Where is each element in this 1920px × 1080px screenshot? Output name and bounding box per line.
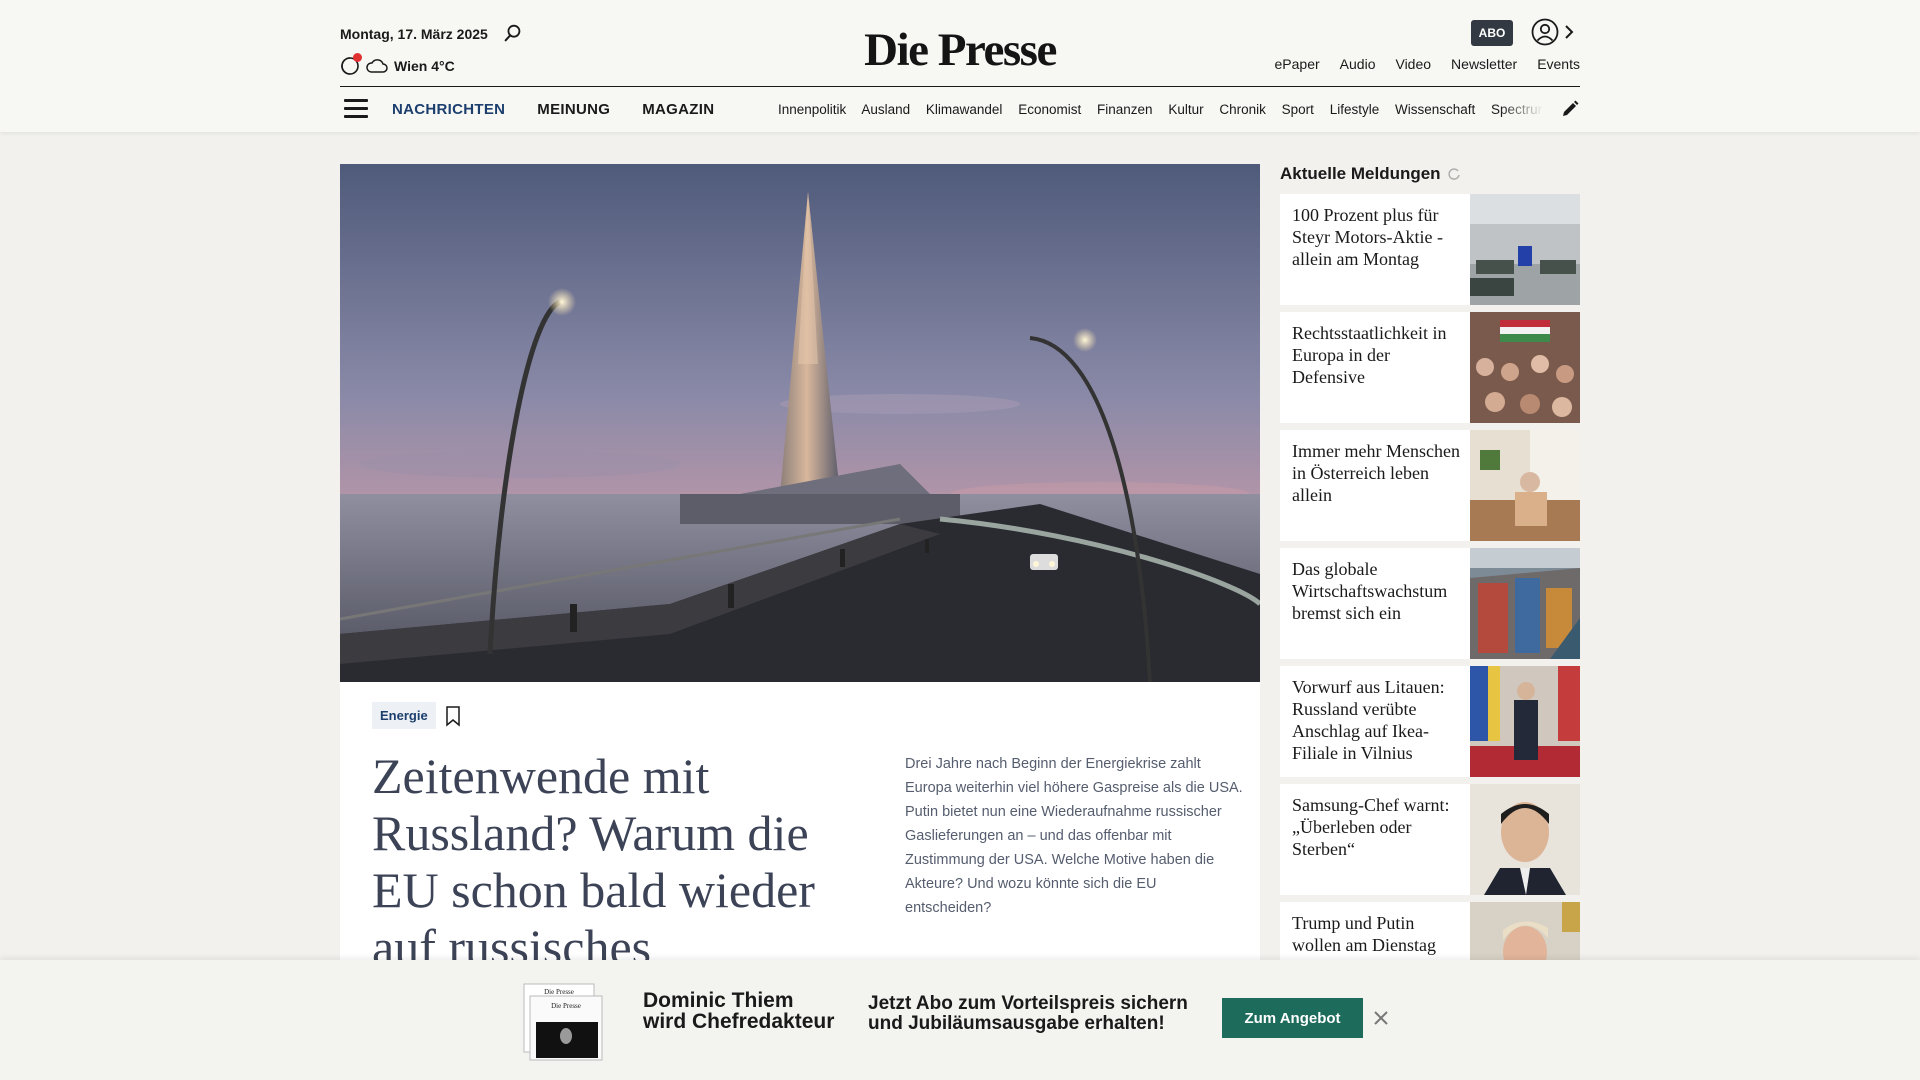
promo-offer-text: Jetzt Abo zum Vorteilspreis sichern und … (868, 994, 1188, 1034)
ticker-item-title: 100 Prozent plus für Steyr Motors-Aktie … (1292, 205, 1443, 269)
nav-nachrichten[interactable]: NACHRICHTEN (392, 101, 505, 118)
sidebar-title: Aktuelle Meldungen (1280, 164, 1461, 184)
article-teaser: Drei Jahre nach Beginn der Energiekrise … (905, 756, 1243, 916)
lead-article: Energie Zeitenwende mit Russland? Warum … (340, 682, 1260, 1002)
ticker-item-title: Vorwurf aus Litauen: Russland verübte An… (1292, 677, 1445, 763)
ticker-item[interactable]: Vorwurf aus Litauen: Russland verübte An… (1280, 666, 1580, 777)
promo-offer-line1: Jetzt Abo zum Vorteilspreis sichern (868, 993, 1188, 1014)
newspaper-stack-image: Die Presse Die Presse (523, 983, 603, 1061)
paper-logo-back: Die Presse (544, 988, 574, 996)
nav-finanzen[interactable]: Finanzen (1097, 102, 1153, 117)
nav-meinung[interactable]: MEINUNG (537, 101, 610, 118)
category-nav: Innenpolitik Ausland Klimawandel Economi… (778, 102, 1542, 117)
ticker-thumbnail (1470, 430, 1580, 541)
close-icon[interactable] (1373, 1010, 1389, 1026)
sidebar-title-text: Aktuelle Meldungen (1280, 164, 1441, 183)
article-headline[interactable]: Zeitenwende mit Russland? Warum die EU s… (372, 748, 872, 976)
ticker-thumbnail (1470, 194, 1580, 305)
header-top: Montag, 17. März 2025 Wien 4°C Die Press… (340, 0, 1580, 86)
nav-sport[interactable]: Sport (1282, 102, 1314, 117)
promo-headline-line1: Dominic Thiem (643, 989, 794, 1012)
ticker-item[interactable]: Rechtsstaatlichkeit in Europa in der Def… (1280, 312, 1580, 423)
weather-text: Wien 4°C (394, 58, 455, 74)
ticker-thumbnail (1470, 784, 1580, 895)
nav-economist[interactable]: Economist (1018, 102, 1081, 117)
ticker-item[interactable]: Samsung-Chef warnt: „Überleben oder Ster… (1280, 784, 1580, 895)
section-nav: NACHRICHTEN MEINUNG MAGAZIN (392, 101, 714, 118)
nav-ausland[interactable]: Ausland (861, 102, 910, 117)
ticker-item-title: Das globale Wirtschaftswachstum bremst s… (1292, 559, 1448, 623)
menu-icon[interactable] (344, 99, 368, 119)
ticker-item[interactable]: 100 Prozent plus für Steyr Motors-Aktie … (1280, 194, 1580, 305)
night-mode-icon[interactable] (340, 53, 362, 76)
nav-innenpolitik[interactable]: Innenpolitik (778, 102, 846, 117)
promo-offer-line2: und Jubiläumsausgabe erhalten! (868, 1013, 1165, 1034)
search-icon[interactable] (502, 22, 524, 44)
current-date: Montag, 17. März 2025 (340, 26, 488, 42)
news-ticker-list: 100 Prozent plus für Steyr Motors-Aktie … (1280, 194, 1580, 1020)
ticker-item-title: Samsung-Chef warnt: „Überleben oder Ster… (1292, 795, 1450, 859)
promo-headline: Dominic Thiem wird Chefredakteur (643, 990, 834, 1032)
user-account-icon[interactable] (1530, 17, 1560, 47)
notification-dot (353, 53, 362, 62)
nav-chronik[interactable]: Chronik (1219, 102, 1266, 117)
ticker-thumbnail (1470, 666, 1580, 777)
promo-cta-button[interactable]: Zum Angebot (1222, 998, 1363, 1038)
link-audio[interactable]: Audio (1340, 56, 1376, 72)
site-header: Montag, 17. März 2025 Wien 4°C Die Press… (0, 0, 1920, 132)
ticker-item[interactable]: Das globale Wirtschaftswachstum bremst s… (1280, 548, 1580, 659)
link-newsletter[interactable]: Newsletter (1451, 56, 1517, 72)
header-links: ePaper Audio Video Newsletter Events (1275, 56, 1580, 72)
link-events[interactable]: Events (1537, 56, 1580, 72)
link-video[interactable]: Video (1395, 56, 1431, 72)
ticker-item[interactable]: Immer mehr Menschen in Österreich leben … (1280, 430, 1580, 541)
main-navigation: NACHRICHTEN MEINUNG MAGAZIN Innenpolitik… (340, 87, 1580, 132)
ticker-thumbnail (1470, 548, 1580, 659)
ticker-thumbnail (1470, 312, 1580, 423)
abo-button[interactable]: ABO (1471, 20, 1513, 46)
site-logo[interactable]: Die Presse (860, 22, 1060, 78)
link-epaper[interactable]: ePaper (1275, 56, 1320, 72)
bookmark-icon[interactable] (444, 705, 462, 727)
promo-headline-line2: wird Chefredakteur (643, 1010, 835, 1033)
cloud-icon (366, 59, 388, 73)
nav-wissenschaft[interactable]: Wissenschaft (1395, 102, 1475, 117)
paper-logo-front: Die Presse (551, 1002, 581, 1010)
nav-magazin[interactable]: MAGAZIN (642, 101, 714, 118)
chevron-right-icon[interactable] (1562, 20, 1576, 44)
nav-kultur[interactable]: Kultur (1168, 102, 1203, 117)
pencil-icon[interactable] (1560, 99, 1580, 119)
ticker-item-title: Immer mehr Menschen in Österreich leben … (1292, 441, 1460, 505)
subscription-promo-bar: Die Presse Die Presse Dominic Thiem wird… (0, 960, 1920, 1080)
article-hero-image[interactable] (340, 164, 1260, 682)
ticker-item-title: Rechtsstaatlichkeit in Europa in der Def… (1292, 323, 1447, 387)
nav-lifestyle[interactable]: Lifestyle (1330, 102, 1380, 117)
weather-widget[interactable]: Wien 4°C (340, 53, 455, 76)
nav-klimawandel[interactable]: Klimawandel (926, 102, 1003, 117)
category-tag[interactable]: Energie (372, 702, 436, 729)
nav-fade (1500, 97, 1544, 123)
article-meta: Energie (372, 702, 462, 729)
refresh-icon (1447, 168, 1460, 180)
